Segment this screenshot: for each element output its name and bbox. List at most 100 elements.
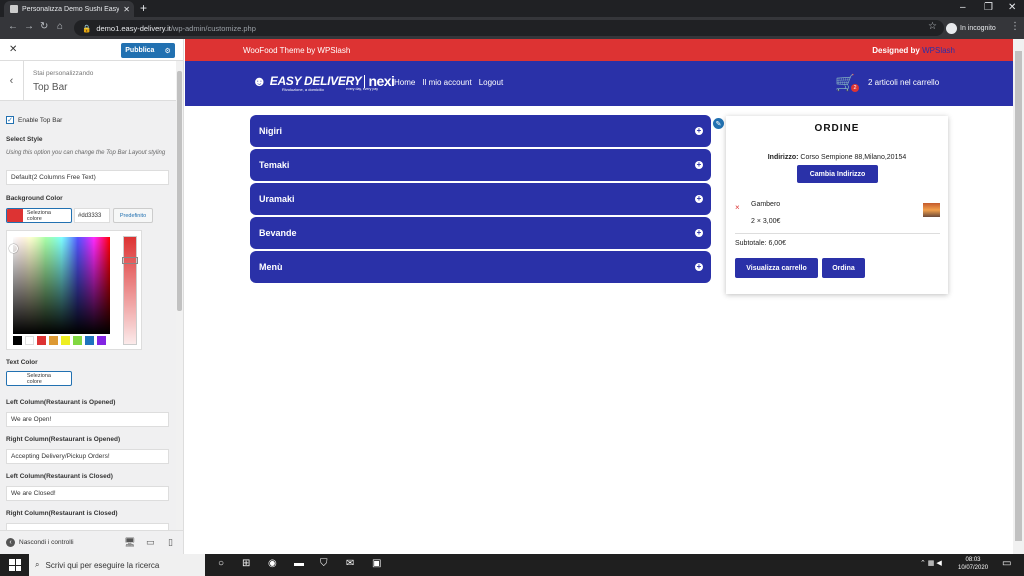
category-uramaki[interactable]: Uramaki + xyxy=(250,183,711,215)
designed-by-label: Designed by xyxy=(872,45,920,55)
close-customizer-icon[interactable]: ✕ xyxy=(9,44,17,55)
site-logo[interactable]: ☻ EASY DELIVERY nexi Rivoluzione, a domi… xyxy=(252,73,395,92)
site-header: ☻ EASY DELIVERY nexi Rivoluzione, a domi… xyxy=(185,61,1013,106)
page-scroll-thumb[interactable] xyxy=(1015,51,1022,541)
back-icon[interactable]: ← xyxy=(8,21,18,32)
section-title: Top Bar xyxy=(33,82,68,93)
category-nigiri[interactable]: Nigiri + xyxy=(250,115,711,147)
new-tab-icon[interactable]: + xyxy=(140,1,147,15)
enable-topbar-checkbox[interactable]: ✓ Enable Top Bar xyxy=(6,116,62,124)
incognito-badge[interactable]: In incognito xyxy=(946,20,1002,36)
bg-color-button[interactable]: Seleziona colore xyxy=(6,208,72,223)
chrome-icon[interactable]: ◉ xyxy=(268,558,277,569)
palette-swatch[interactable] xyxy=(97,336,106,345)
file-explorer-icon[interactable]: ▬ xyxy=(294,558,304,569)
palette-swatch[interactable] xyxy=(49,336,58,345)
close-window-icon[interactable]: ✕ xyxy=(1008,2,1016,13)
bg-color-label: Background Color xyxy=(6,195,63,202)
category-bevande[interactable]: Bevande + xyxy=(250,217,711,249)
palette-swatch[interactable] xyxy=(85,336,94,345)
taskbar-clock[interactable]: 08:03 10/07/2020 xyxy=(958,556,988,572)
publish-button[interactable]: Pubblica ⚙ xyxy=(121,43,175,58)
palette-swatch[interactable] xyxy=(73,336,82,345)
order-subtotal: Subtotale: 6,00€ xyxy=(735,240,786,247)
bg-color-button-label: Seleziona colore xyxy=(26,209,51,222)
browser-tab[interactable]: Personalizza Demo Sushi Easy De ✕ xyxy=(4,1,134,17)
color-palette xyxy=(13,336,106,345)
color-picker-area[interactable] xyxy=(13,237,110,334)
address-value: Corso Sempione 88,Milano,20154 xyxy=(800,154,907,161)
close-tab-icon[interactable]: ✕ xyxy=(123,5,130,14)
edit-pencil-icon[interactable]: ✎ xyxy=(712,117,725,130)
sidebar-scrollbar[interactable] xyxy=(176,61,183,551)
palette-swatch[interactable] xyxy=(25,336,34,345)
tablet-preview-icon[interactable]: ▭ xyxy=(146,537,155,548)
slider-handle[interactable] xyxy=(122,257,138,264)
gear-icon[interactable]: ⚙ xyxy=(164,47,170,55)
minimize-icon[interactable]: – xyxy=(960,2,966,13)
notifications-icon[interactable]: ▭ xyxy=(1002,558,1011,569)
category-temaki[interactable]: Temaki + xyxy=(250,149,711,181)
cortana-icon[interactable]: ○ xyxy=(218,558,224,569)
breadcrumb: Stai personalizzando xyxy=(33,70,94,77)
bg-color-swatch xyxy=(7,209,23,222)
checkout-button[interactable]: Ordina xyxy=(822,258,865,278)
site-topbar: WooFood Theme by WPSlash Designed by WPS… xyxy=(185,39,1013,61)
reload-icon[interactable]: ↻ xyxy=(40,21,48,32)
plus-circle-icon: + xyxy=(695,160,703,169)
app-icon[interactable]: ▣ xyxy=(372,558,381,569)
site-preview: WooFood Theme by WPSlash Designed by WPS… xyxy=(185,39,1013,554)
sidebar-scroll-thumb[interactable] xyxy=(177,71,182,311)
lock-icon: 🔒 xyxy=(82,23,92,33)
color-picker-handle[interactable] xyxy=(9,244,18,253)
plus-circle-icon: + xyxy=(695,228,703,237)
left-open-input[interactable]: We are Open! xyxy=(6,412,169,427)
home-icon[interactable]: ⌂ xyxy=(57,21,63,32)
category-menu[interactable]: Menù + xyxy=(250,251,711,283)
windows-start-icon[interactable] xyxy=(9,559,21,571)
logo-divider xyxy=(364,74,366,88)
nav-home[interactable]: Home xyxy=(394,78,415,87)
category-label: Menù xyxy=(259,262,283,272)
palette-swatch[interactable] xyxy=(13,336,22,345)
url-field[interactable]: 🔒 demo1.easy-delivery.it /wp-admin/custo… xyxy=(74,20,944,36)
mobile-preview-icon[interactable]: ▯ xyxy=(168,537,173,548)
back-chevron-icon[interactable]: ‹ xyxy=(0,61,24,101)
security-icon[interactable]: ⛉ xyxy=(320,558,328,569)
nav-logout[interactable]: Logout xyxy=(479,78,503,87)
menu-kebab-icon[interactable]: ⋮ xyxy=(1010,21,1020,32)
category-label: Nigiri xyxy=(259,126,283,136)
color-picker[interactable] xyxy=(6,230,142,350)
url-path: /wp-admin/customize.php xyxy=(170,23,256,33)
maximize-icon[interactable]: ❐ xyxy=(984,2,993,13)
view-cart-button[interactable]: Visualizza carrello xyxy=(735,258,818,278)
right-open-input[interactable]: Accepting Delivery/Pickup Orders! xyxy=(6,449,169,464)
change-address-button[interactable]: Cambia Indirizzo xyxy=(797,165,878,183)
palette-swatch[interactable] xyxy=(61,336,70,345)
bookmark-star-icon[interactable]: ☆ xyxy=(928,21,937,32)
system-tray-icons[interactable]: ⌃ ▦ ◀ xyxy=(920,559,942,567)
color-picker-slider[interactable] xyxy=(122,236,138,345)
taskbar-search[interactable]: ⌕ Scrivi qui per eseguire la ricerca xyxy=(29,554,205,576)
nav-my-account[interactable]: Il mio account xyxy=(422,78,471,87)
order-widget: ORDINE Indirizzo: Corso Sempione 88,Mila… xyxy=(726,116,948,294)
text-color-button[interactable]: Seleziona colore xyxy=(6,371,72,386)
customizer-header: ✕ Pubblica ⚙ xyxy=(0,39,183,61)
task-view-icon[interactable]: ⊞ xyxy=(242,558,250,569)
mail-icon[interactable]: ✉ xyxy=(346,558,354,569)
palette-swatch[interactable] xyxy=(37,336,46,345)
bg-color-hex-input[interactable]: #dd3333 xyxy=(74,208,110,223)
left-closed-input[interactable]: We are Closed! xyxy=(6,486,169,501)
select-style-dropdown[interactable]: Default(2 Columns Free Text) xyxy=(6,170,169,185)
remove-item-icon[interactable]: × xyxy=(735,203,740,212)
section-header: ‹ Stai personalizzando Top Bar xyxy=(0,61,183,101)
designed-by-link[interactable]: WPSlash xyxy=(922,46,955,55)
bg-color-default-button[interactable]: Predefinito xyxy=(113,208,153,223)
item-name: Gambero xyxy=(751,201,781,208)
desktop-preview-icon[interactable]: 🖥 xyxy=(124,537,135,548)
hide-controls-button[interactable]: ‹ Nascondi i controlli xyxy=(6,538,74,547)
page-scrollbar[interactable] xyxy=(1013,39,1024,554)
forward-icon[interactable]: → xyxy=(24,21,34,32)
incognito-icon xyxy=(946,22,957,34)
checkbox-checked-icon[interactable]: ✓ xyxy=(6,116,14,124)
